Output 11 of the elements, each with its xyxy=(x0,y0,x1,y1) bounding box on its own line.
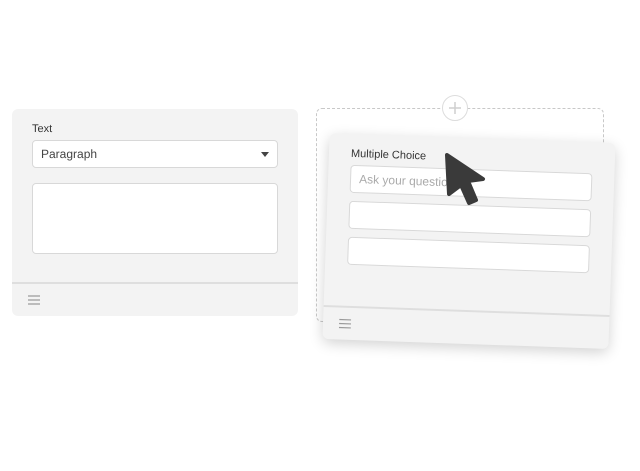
option-field[interactable] xyxy=(347,236,590,274)
card-title: Multiple Choice xyxy=(350,148,426,164)
card-title: Text xyxy=(32,123,52,136)
plus-icon xyxy=(449,102,461,114)
format-select[interactable]: Paragraph xyxy=(32,140,278,168)
caret-icon xyxy=(261,152,269,156)
text-area[interactable] xyxy=(32,183,278,254)
drag-handle-icon[interactable] xyxy=(28,295,40,305)
option-field[interactable] xyxy=(348,200,592,238)
add-button[interactable] xyxy=(442,95,468,121)
drag-handle-icon[interactable] xyxy=(338,318,352,329)
